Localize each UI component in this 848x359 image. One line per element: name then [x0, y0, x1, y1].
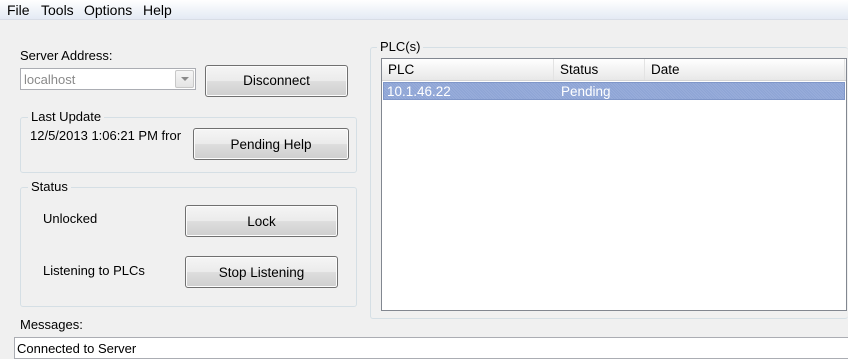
- menu-bar: File Tools Options Help: [0, 0, 848, 20]
- lock-button-label: Lock: [247, 214, 276, 229]
- column-header-date[interactable]: Date: [645, 59, 845, 80]
- stop-listening-label: Stop Listening: [218, 265, 305, 280]
- plc-listview[interactable]: PLC Status Date 10.1.46.22 Pending: [381, 58, 847, 311]
- menu-options[interactable]: Options: [83, 2, 133, 18]
- column-header-plc[interactable]: PLC: [382, 59, 554, 80]
- server-address-value: localhost: [24, 72, 76, 87]
- pending-help-button[interactable]: Pending Help: [193, 128, 349, 160]
- disconnect-button[interactable]: Disconnect: [205, 65, 348, 97]
- menu-tools[interactable]: Tools: [40, 2, 75, 18]
- plcs-title: PLC(s): [377, 39, 424, 54]
- disconnect-button-label: Disconnect: [243, 73, 310, 88]
- lock-state-text: Unlocked: [43, 211, 98, 226]
- plc-row[interactable]: 10.1.46.22 Pending: [383, 82, 845, 100]
- lock-button[interactable]: Lock: [185, 205, 338, 237]
- messages-label: Messages:: [20, 317, 83, 332]
- status-title: Status: [28, 179, 71, 194]
- chevron-down-icon: [181, 77, 189, 81]
- last-update-text: 12/5/2013 1:06:21 PM fror: [30, 128, 182, 143]
- messages-box[interactable]: Connected to Server: [14, 337, 848, 359]
- plc-list-header: PLC Status Date: [382, 59, 846, 81]
- pending-help-label: Pending Help: [230, 137, 312, 152]
- stop-listening-button[interactable]: Stop Listening: [185, 256, 338, 288]
- listen-state-text: Listening to PLCs: [43, 263, 145, 278]
- last-update-title: Last Update: [28, 109, 105, 124]
- plc-row-status: Pending: [561, 84, 611, 99]
- server-address-combo[interactable]: localhost: [20, 68, 196, 90]
- messages-text: Connected to Server: [17, 341, 137, 356]
- combo-dropdown-button[interactable]: [175, 70, 194, 88]
- menu-help[interactable]: Help: [142, 2, 173, 18]
- plc-row-address: 10.1.46.22: [387, 84, 451, 99]
- menu-file[interactable]: File: [6, 2, 31, 18]
- column-header-status[interactable]: Status: [554, 59, 645, 80]
- server-address-label: Server Address:: [20, 48, 113, 63]
